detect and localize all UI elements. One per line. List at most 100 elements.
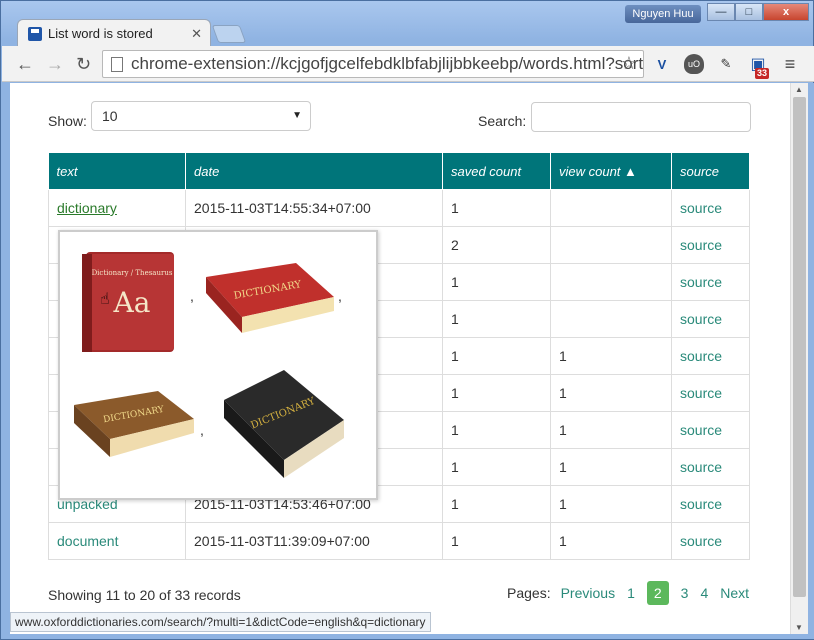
saved-count-cell: 1 <box>442 411 551 449</box>
maximize-button[interactable]: □ <box>735 3 763 21</box>
comma-separator: , <box>190 288 194 304</box>
word-cell: dictionary <box>48 189 186 227</box>
minimize-button[interactable]: — <box>707 3 735 21</box>
show-label: Show: <box>48 113 87 129</box>
page-link-2-active[interactable]: 2 <box>646 581 669 605</box>
dictionary-book-image: Dictionary / Thesaurus Aa <box>68 240 188 360</box>
word-cell: document <box>48 522 186 560</box>
page-link-1[interactable]: 1 <box>627 585 635 601</box>
page-size-select[interactable]: 10 ▼ <box>91 101 311 131</box>
source-cell: source <box>671 300 750 338</box>
black-dictionary-book-image: DICTIONARY <box>204 360 354 492</box>
scrollbar-thumb[interactable] <box>793 97 806 597</box>
word-cell-link[interactable]: document <box>57 533 118 549</box>
bookmark-star-icon[interactable]: ☆ <box>621 53 637 74</box>
forward-arrow-icon[interactable]: → <box>46 54 64 75</box>
table-header-row: text date saved count view count ▲ sourc… <box>48 152 750 190</box>
vimium-extension-icon[interactable]: V <box>652 54 672 74</box>
saved-count-cell: 1 <box>442 485 551 523</box>
source-cell: source <box>671 448 750 486</box>
header-saved-count[interactable]: saved count <box>442 152 551 190</box>
word-cell-link[interactable]: dictionary <box>57 200 117 216</box>
next-page-link[interactable]: Next <box>720 585 749 601</box>
source-cell-link[interactable]: source <box>680 496 722 512</box>
image-preview-popup: Dictionary / Thesaurus Aa , DICTIONARY ,… <box>58 230 378 500</box>
tab-title: List word is stored <box>48 26 153 41</box>
header-source[interactable]: source <box>671 152 750 190</box>
saved-count-cell: 1 <box>442 448 551 486</box>
view-count-cell: 1 <box>550 448 672 486</box>
menu-icon[interactable]: ≡ <box>780 54 800 74</box>
saved-count-cell: 1 <box>442 300 551 338</box>
caret-down-icon: ▼ <box>292 110 302 121</box>
view-count-cell: 1 <box>550 411 672 449</box>
reload-icon[interactable]: ↻ <box>76 54 91 75</box>
view-count-cell <box>550 300 672 338</box>
window-border <box>808 83 814 639</box>
url-text: chrome-extension://kcjgofjgcelfebdklbfab… <box>131 54 644 73</box>
page-link-4[interactable]: 4 <box>700 585 708 601</box>
source-cell: source <box>671 226 750 264</box>
source-cell: source <box>671 189 750 227</box>
red-dictionary-book-image: DICTIONARY <box>196 257 336 345</box>
profile-button[interactable]: Nguyen Huu <box>625 5 701 23</box>
new-tab-button[interactable] <box>211 25 247 43</box>
comma-separator: , <box>338 288 342 304</box>
tab-active[interactable]: List word is stored ✕ <box>17 19 211 47</box>
source-cell-link[interactable]: source <box>680 237 722 253</box>
source-cell-link[interactable]: source <box>680 348 722 364</box>
source-cell-link[interactable]: source <box>680 459 722 475</box>
saved-count-cell: 1 <box>442 263 551 301</box>
browser-toolbar: ← → ↻ chrome-extension://kcjgofjgcelfebd… <box>2 46 814 82</box>
svg-text:Dictionary / Thesaurus: Dictionary / Thesaurus <box>92 269 173 277</box>
table-row: dictionary 2015-11-03T14:55:34+07:00 1 sour… <box>48 189 750 227</box>
header-text[interactable]: text <box>48 152 186 190</box>
back-arrow-icon[interactable]: ← <box>16 54 34 75</box>
previous-page-link[interactable]: Previous <box>561 585 615 601</box>
status-bar: www.oxforddictionaries.com/search/?multi… <box>10 612 431 632</box>
pagination: Pages: Previous 1 2 3 4 Next <box>507 581 761 605</box>
saved-count-cell: 1 <box>442 189 551 227</box>
search-label: Search: <box>478 113 527 129</box>
tab-close-icon[interactable]: ✕ <box>191 26 202 42</box>
saved-count-cell: 2 <box>442 226 551 264</box>
source-cell: source <box>671 337 750 375</box>
source-cell-link[interactable]: source <box>680 274 722 290</box>
svg-text:Aa: Aa <box>113 286 151 319</box>
source-cell: source <box>671 522 750 560</box>
view-count-cell: 1 <box>550 485 672 523</box>
tool-extension-icon[interactable]: ✎ <box>716 54 736 74</box>
date-cell: 2015-11-03T14:55:34+07:00 <box>185 189 443 227</box>
scroll-up-icon[interactable]: ▲ <box>795 85 803 94</box>
scroll-down-icon[interactable]: ▼ <box>795 623 803 632</box>
page-link-3[interactable]: 3 <box>681 585 689 601</box>
source-cell-link[interactable]: source <box>680 200 722 216</box>
source-cell-link[interactable]: source <box>680 533 722 549</box>
source-cell: source <box>671 263 750 301</box>
view-count-cell <box>550 263 672 301</box>
close-window-button[interactable]: x <box>763 3 809 21</box>
vertical-scrollbar[interactable]: ▲ ▼ <box>790 83 808 634</box>
ublock-shield-icon[interactable]: uO <box>684 54 704 74</box>
header-date[interactable]: date <box>185 152 443 190</box>
pages-label: Pages: <box>507 585 551 601</box>
source-cell: source <box>671 374 750 412</box>
source-cell-link[interactable]: source <box>680 311 722 327</box>
title-bar: List word is stored ✕ Nguyen Huu — □ x <box>1 1 814 47</box>
page-viewport: Show: 10 ▼ Search: text date saved count… <box>10 83 790 634</box>
window-controls: — □ x <box>707 3 809 21</box>
saved-count-cell: 1 <box>442 374 551 412</box>
source-cell-link[interactable]: source <box>680 385 722 401</box>
address-bar[interactable]: chrome-extension://kcjgofjgcelfebdklbfab… <box>102 50 644 78</box>
brown-dictionary-book-image: DICTIONARY <box>68 385 198 467</box>
table-row: document 2015-11-03T11:39:09+07:00 1 1 sourc… <box>48 522 750 560</box>
source-cell-link[interactable]: source <box>680 422 722 438</box>
page-size-value: 10 <box>102 108 118 124</box>
saved-count-cell: 1 <box>442 337 551 375</box>
header-view-count[interactable]: view count ▲ <box>550 152 672 190</box>
source-cell: source <box>671 411 750 449</box>
view-count-cell: 1 <box>550 522 672 560</box>
view-count-cell: 1 <box>550 374 672 412</box>
search-input[interactable] <box>531 102 751 132</box>
source-cell: source <box>671 485 750 523</box>
